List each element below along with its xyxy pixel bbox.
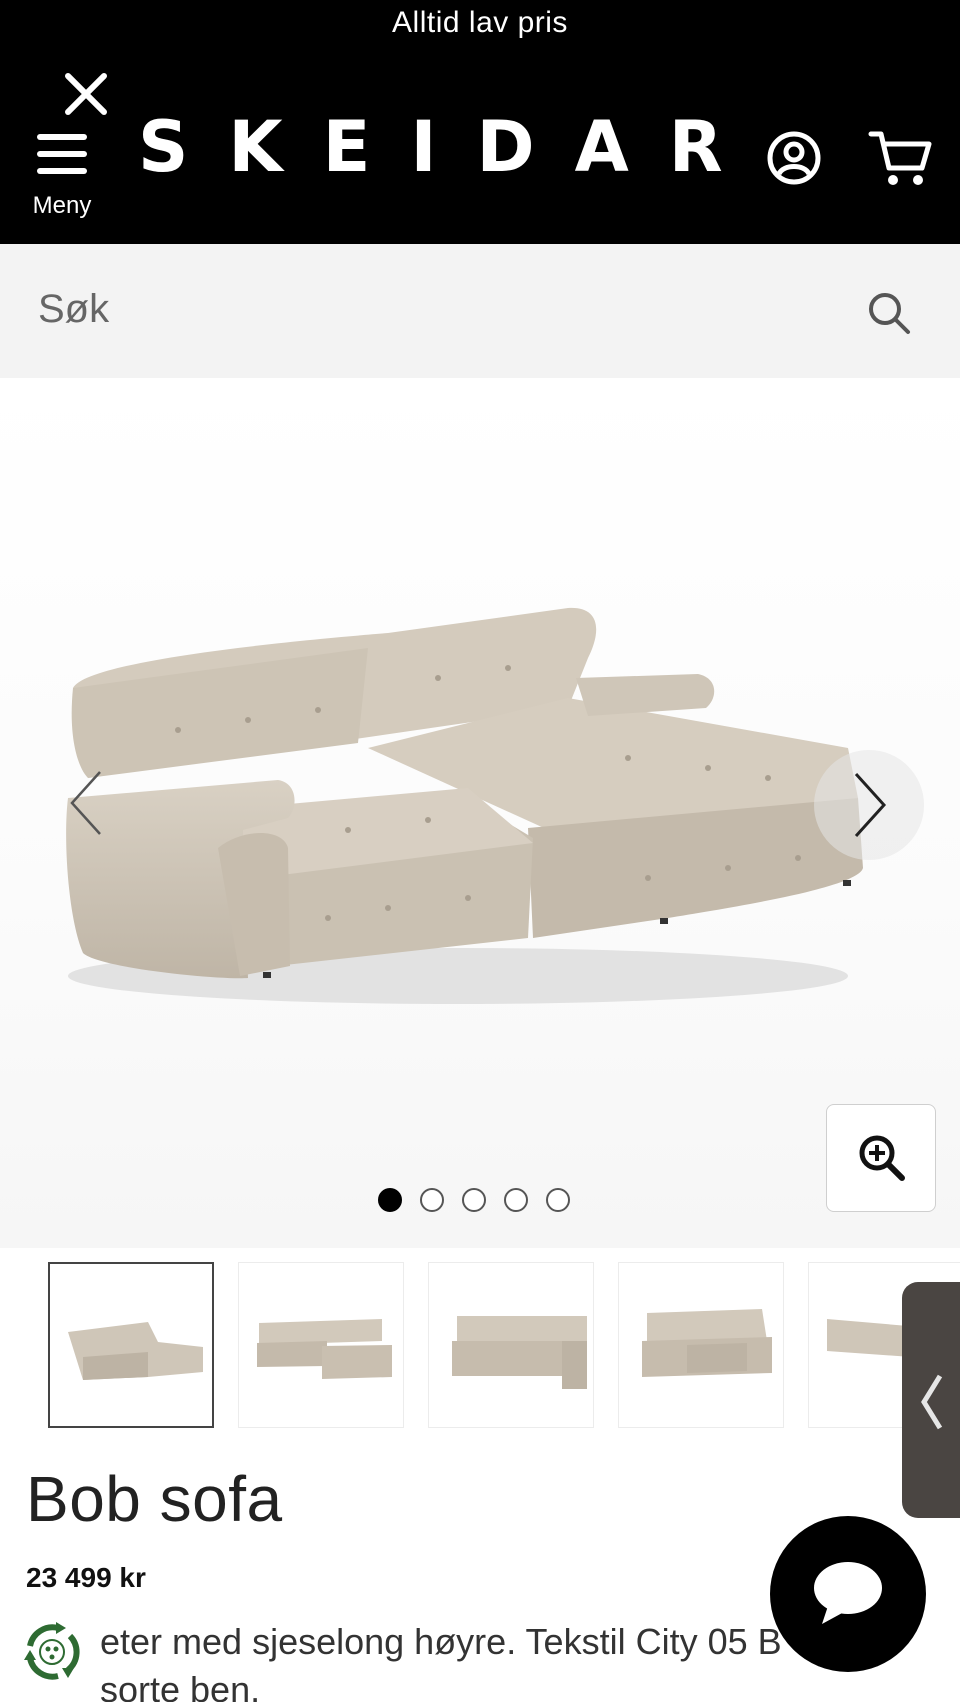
chat-bubble-icon bbox=[814, 1562, 882, 1624]
carousel-dot[interactable] bbox=[504, 1188, 528, 1212]
product-gallery bbox=[0, 378, 960, 1248]
chevron-right-icon bbox=[854, 772, 887, 838]
zoom-in-icon bbox=[859, 1135, 905, 1181]
thumbnail-image bbox=[257, 1319, 392, 1379]
promo-banner: Alltid lav pris bbox=[392, 6, 568, 39]
next-image-button[interactable] bbox=[814, 750, 924, 860]
thumbnail-image bbox=[642, 1309, 772, 1377]
search-icon[interactable] bbox=[866, 290, 912, 336]
eco-recycle-badge-icon[interactable] bbox=[18, 1618, 86, 1686]
search-bar bbox=[0, 244, 960, 378]
carousel-dot[interactable] bbox=[546, 1188, 570, 1212]
thumbnail-strip bbox=[48, 1262, 960, 1428]
chat-button[interactable] bbox=[770, 1516, 926, 1672]
search-input[interactable] bbox=[38, 274, 818, 344]
chevron-left-icon bbox=[921, 1374, 943, 1430]
cart-icon[interactable] bbox=[868, 128, 934, 188]
menu-button[interactable]: Meny bbox=[30, 128, 100, 224]
carousel-pagination bbox=[378, 1188, 588, 1214]
thumbnail[interactable] bbox=[428, 1262, 594, 1428]
skeidar-logo[interactable]: SKEIDAR bbox=[138, 112, 763, 182]
thumbnail[interactable] bbox=[618, 1262, 784, 1428]
carousel-dot[interactable] bbox=[420, 1188, 444, 1212]
thumbnail[interactable] bbox=[238, 1262, 404, 1428]
zoom-button[interactable] bbox=[826, 1104, 936, 1212]
menu-label: Meny bbox=[32, 192, 92, 219]
thumbnail[interactable] bbox=[48, 1262, 214, 1428]
product-title: Bob sofa bbox=[26, 1463, 283, 1535]
side-drawer-tab[interactable] bbox=[902, 1282, 960, 1518]
carousel-dot[interactable] bbox=[378, 1188, 402, 1212]
site-header: Alltid lav pris Meny SKEIDAR bbox=[0, 0, 960, 244]
chevron-left-icon[interactable] bbox=[66, 768, 106, 838]
product-price: 23 499 kr bbox=[26, 1562, 146, 1593]
product-image[interactable] bbox=[28, 498, 938, 1118]
thumbnail-image bbox=[452, 1316, 587, 1389]
description-line: sorte ben. bbox=[100, 1669, 261, 1702]
close-icon[interactable] bbox=[62, 70, 110, 118]
carousel-dot[interactable] bbox=[462, 1188, 486, 1212]
account-icon[interactable] bbox=[766, 130, 822, 186]
hamburger-menu-icon bbox=[37, 134, 87, 185]
thumbnail-image bbox=[68, 1322, 203, 1380]
